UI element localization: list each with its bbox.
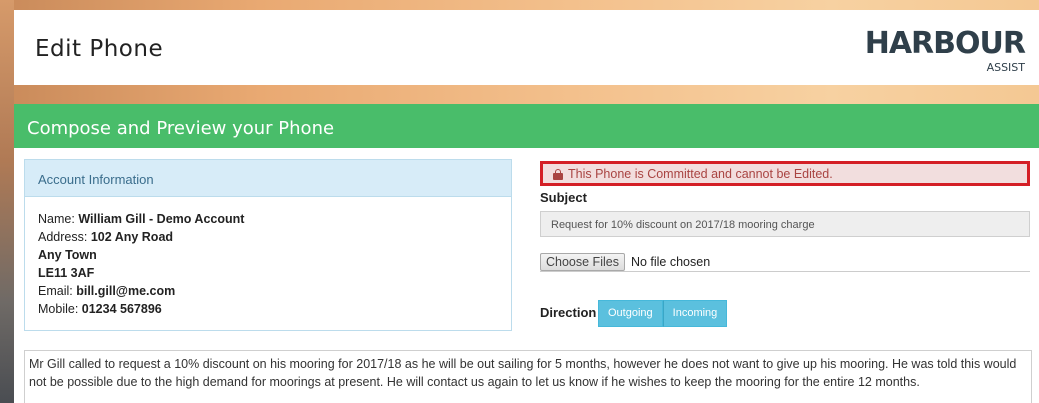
account-mobile-row: Mobile: 01234 567896 bbox=[38, 300, 498, 318]
choose-files-button[interactable]: Choose Files bbox=[540, 252, 625, 271]
name-value: William Gill - Demo Account bbox=[78, 212, 245, 226]
page-header: Edit Phone HARBOUR ASSIST bbox=[14, 10, 1039, 85]
outgoing-button[interactable]: Outgoing bbox=[598, 300, 663, 327]
background-strip bbox=[0, 0, 14, 403]
mobile-value: 01234 567896 bbox=[81, 302, 162, 316]
page-title: Edit Phone bbox=[35, 36, 164, 62]
harbour-assist-logo: HARBOUR ASSIST bbox=[864, 26, 1026, 75]
call-notes-field[interactable]: Mr Gill called to request a 10% discount… bbox=[24, 350, 1032, 403]
subject-label: Subject bbox=[540, 190, 587, 205]
account-name-row: Name: William Gill - Demo Account bbox=[38, 210, 498, 228]
direction-label: Direction bbox=[540, 305, 597, 320]
account-email-row: Email: bill.gill@me.com bbox=[38, 282, 498, 300]
file-status: No file chosen bbox=[630, 254, 711, 269]
alert-text: This Phone is Committed and cannot be Ed… bbox=[568, 166, 833, 181]
address-line-2: Any Town bbox=[38, 248, 97, 262]
account-details: Name: William Gill - Demo Account Addres… bbox=[25, 197, 511, 331]
name-label: Name: bbox=[38, 212, 75, 226]
main-content: Account Information Name: William Gill -… bbox=[14, 148, 1039, 403]
file-upload-row: Choose Files No file chosen bbox=[540, 252, 1030, 272]
mobile-label: Mobile: bbox=[38, 302, 79, 316]
direction-toggle: Outgoing Incoming bbox=[598, 300, 728, 327]
address-line-3: LE11 3AF bbox=[38, 266, 95, 280]
email-value: bill.gill@me.com bbox=[76, 284, 176, 298]
logo-text: HARBOUR bbox=[864, 26, 1026, 61]
account-panel-heading: Account Information bbox=[25, 160, 511, 197]
account-address-row: Address: 102 Any Road bbox=[38, 228, 498, 246]
incoming-button[interactable]: Incoming bbox=[662, 300, 728, 327]
logo-subtext: ASSIST bbox=[986, 61, 1025, 74]
lock-icon bbox=[553, 168, 563, 180]
address-label: Address: bbox=[38, 230, 88, 244]
account-information-panel: Account Information Name: William Gill -… bbox=[24, 159, 512, 331]
address-line-1: 102 Any Road bbox=[90, 230, 174, 244]
committed-alert: This Phone is Committed and cannot be Ed… bbox=[540, 161, 1030, 186]
subject-field[interactable]: Request for 10% discount on 2017/18 moor… bbox=[540, 211, 1030, 237]
compose-banner: Compose and Preview your Phone bbox=[14, 104, 1039, 148]
email-label: Email: bbox=[38, 284, 73, 298]
banner-title: Compose and Preview your Phone bbox=[27, 118, 335, 139]
